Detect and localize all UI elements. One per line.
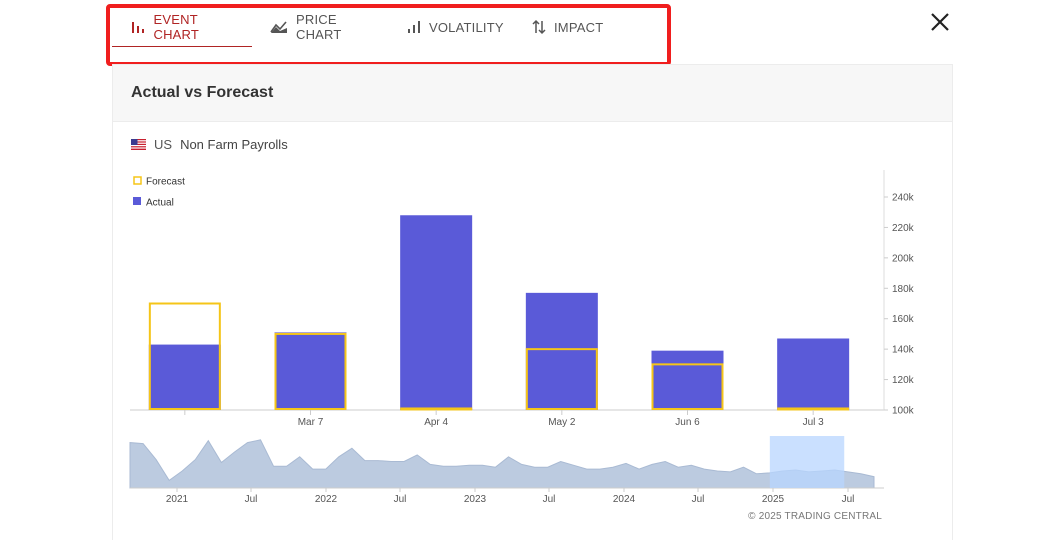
navigator-area (129, 439, 875, 489)
forecast-bar (400, 407, 473, 411)
navigator-tick-label: Jul (543, 494, 556, 505)
navigator-tick-label: Jul (394, 494, 407, 505)
actual-bar (148, 344, 221, 410)
navigator-tick-label: 2022 (315, 494, 338, 505)
navigator-tick-label: 2025 (762, 494, 785, 505)
navigator-tick-label: Jul (842, 494, 855, 505)
x-tick-label: May 2 (548, 417, 576, 428)
y-tick-label: 180k (892, 284, 915, 295)
y-tick-label: 140k (892, 345, 915, 356)
x-tick-label: Jun 6 (675, 417, 700, 428)
y-tick-label: 240k (892, 193, 915, 204)
y-tick-label: 120k (892, 375, 915, 386)
event-chart: 100k 120k 140k 160k 180k 200k 220k 240k Mar 7 Apr… (129, 170, 915, 505)
legend-label: Forecast (146, 177, 185, 188)
y-tick-label: 160k (892, 314, 915, 325)
y-tick-label: 200k (892, 253, 915, 264)
x-tick-label: Apr 4 (424, 417, 448, 428)
legend-swatch-actual (133, 197, 141, 205)
forecast-bar (777, 407, 850, 411)
actual-bar (651, 350, 724, 410)
navigator-tick-label: 2023 (464, 494, 487, 505)
navigator-tick-label: 2021 (166, 494, 189, 505)
actual-bar (777, 338, 850, 410)
legend-label: Actual (146, 198, 174, 209)
x-tick-label: Mar 7 (298, 417, 324, 428)
actual-bar (525, 292, 598, 410)
actual-bar (274, 332, 347, 410)
navigator-tick-label: Jul (692, 494, 705, 505)
x-tick-label: Jul 3 (803, 417, 825, 428)
navigator-tick-label: Jul (245, 494, 258, 505)
y-tick-label: 100k (892, 406, 915, 417)
navigator-selection-window[interactable] (769, 436, 845, 488)
y-tick-label: 220k (892, 223, 915, 234)
actual-bar (400, 215, 473, 410)
legend-swatch-forecast (133, 176, 142, 185)
navigator-tick-label: 2024 (613, 494, 636, 505)
